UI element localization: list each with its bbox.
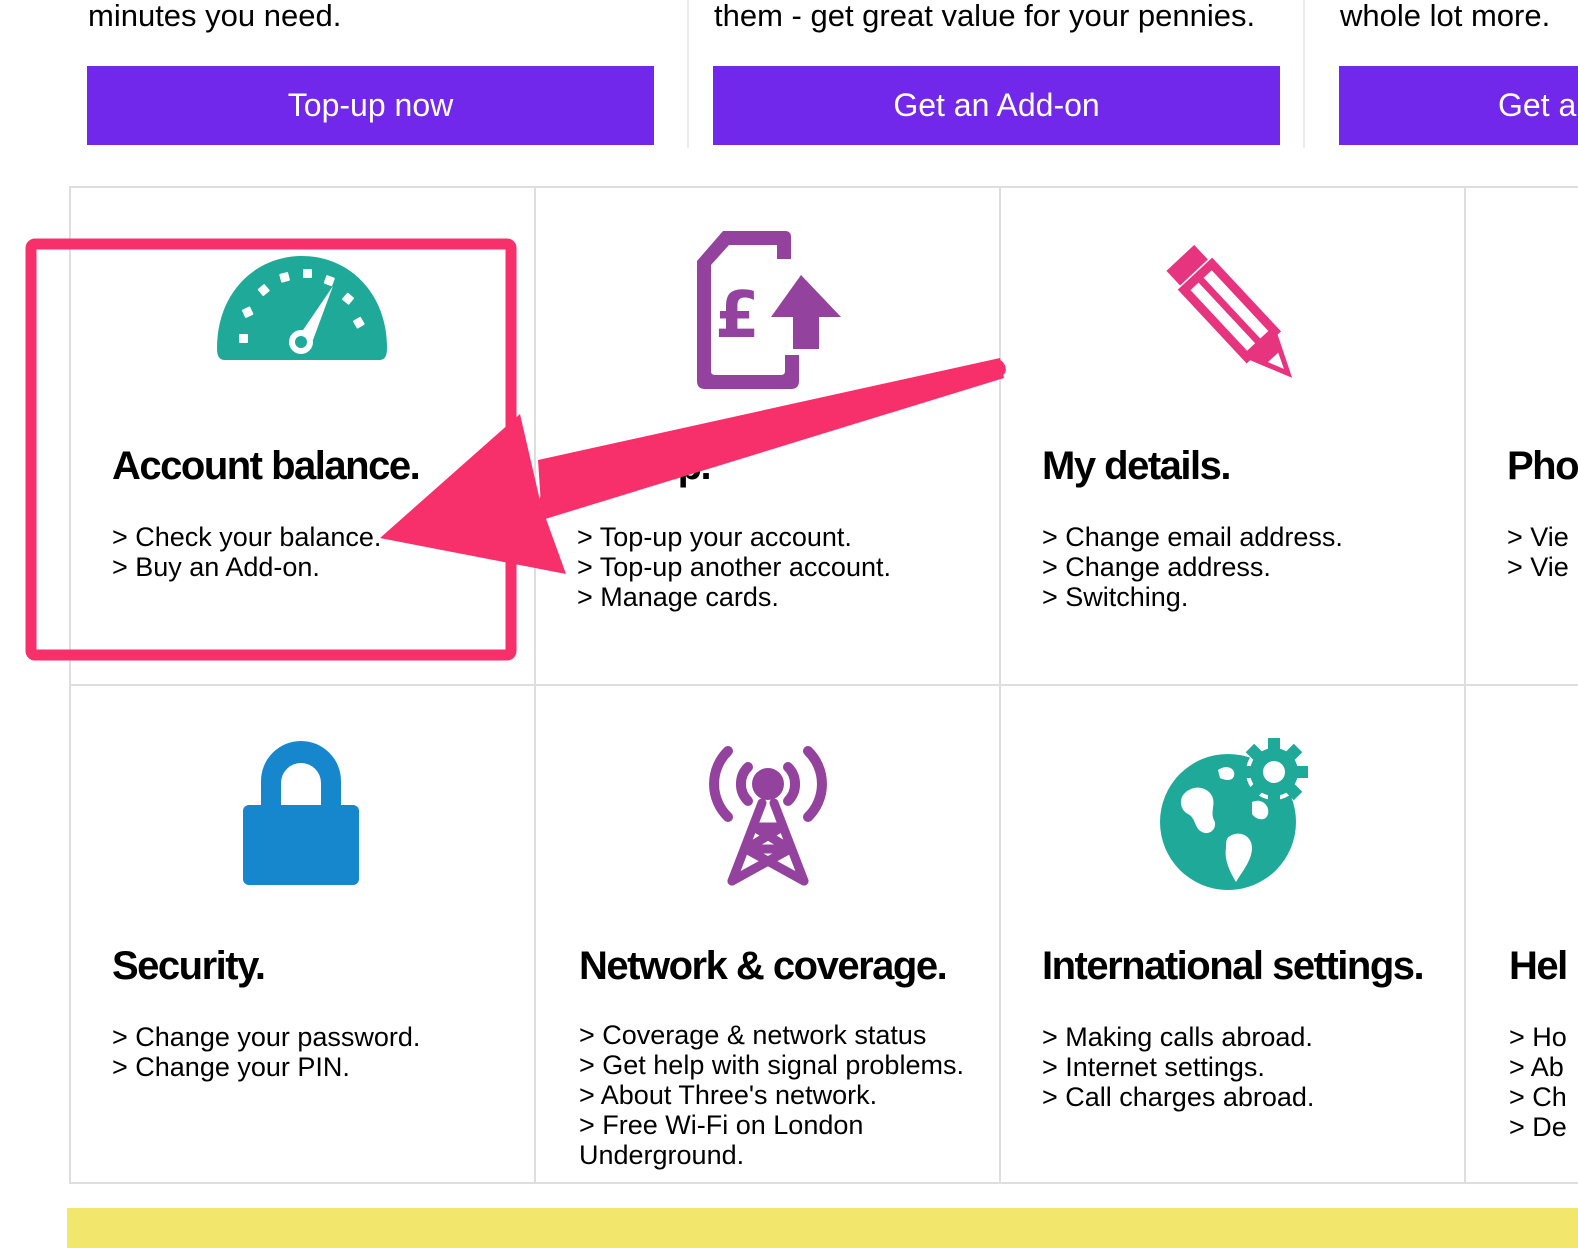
tile-links: > Coverage & network status > Get help w… [579,1020,964,1170]
promo-topup: minutes you need. Top-up now [0,0,680,150]
link-change-password[interactable]: > Change your password. [112,1022,420,1052]
tile-links: > Change email address. > Change address… [1042,522,1343,612]
tile-title: Account balance. [112,444,421,488]
tile-icon-wrap: £ [536,218,999,398]
tile-title: Top-up. [577,444,712,488]
link-help-item[interactable]: > Ho [1509,1022,1567,1052]
link-switching[interactable]: > Switching. [1042,582,1343,612]
promo-text: whole lot more. [1340,0,1551,33]
tile-title: Security. [112,944,266,988]
tile-icon-wrap [1466,716,1578,896]
tile-network-coverage[interactable]: Network & coverage. > Coverage & network… [536,686,1001,1184]
footer-bar [67,1208,1578,1248]
link-help-item[interactable]: > De [1509,1112,1567,1142]
tile-links: > Vie > Vie [1507,522,1569,582]
link-free-wifi[interactable]: > Free Wi-Fi on London Underground. [579,1110,879,1170]
promo-divider [687,0,689,148]
link-signal-problems[interactable]: > Get help with signal problems. [579,1050,964,1080]
tile-icon-wrap [1001,218,1464,398]
tile-topup[interactable]: £ Top-up. > Top-up your account. > Top-u… [536,188,1001,686]
pencil-icon [1165,244,1292,378]
link-change-address[interactable]: > Change address. [1042,552,1343,582]
tile-my-details[interactable]: My details. > Change email address. > Ch… [1001,188,1466,686]
link-help-item[interactable]: > Ch [1509,1082,1567,1112]
tile-title: Pho [1507,444,1578,488]
tile-icon-wrap [1466,218,1578,398]
tile-international-settings[interactable]: International settings. > Making calls a… [1001,686,1466,1184]
link-internet-settings[interactable]: > Internet settings. [1042,1052,1314,1082]
tile-security[interactable]: Security. > Change your password. > Chan… [71,686,536,1184]
link-about-network[interactable]: > About Three's network. [579,1080,964,1110]
link-coverage-status[interactable]: > Coverage & network status [579,1020,964,1050]
sim-topup-icon: £ [696,231,841,389]
signal-tower-icon [708,746,827,886]
link-manage-cards[interactable]: > Manage cards. [577,582,891,612]
tile-help[interactable]: Hel > Ho > Ab > Ch > De [1466,686,1578,1184]
link-call-charges-abroad[interactable]: > Call charges abroad. [1042,1082,1314,1112]
tile-icon-wrap [1001,722,1464,902]
tile-icon-wrap [71,722,534,902]
tile-title: My details. [1042,444,1232,488]
link-check-balance[interactable]: > Check your balance. [112,522,381,552]
topup-now-button[interactable]: Top-up now [87,66,654,145]
speedometer-icon [216,256,387,360]
link-buy-addon[interactable]: > Buy an Add-on. [112,552,381,582]
tile-links: > Change your password. > Change your PI… [112,1022,420,1082]
tile-phone[interactable]: Pho > Vie > Vie [1466,188,1578,686]
link-change-pin[interactable]: > Change your PIN. [112,1052,420,1082]
link-view[interactable]: > Vie [1507,522,1569,552]
globe-gear-icon [1159,738,1308,890]
link-view[interactable]: > Vie [1507,552,1569,582]
promo-text: them - get great value for your pennies. [714,0,1256,33]
padlock-icon [242,741,359,885]
link-topup-account[interactable]: > Top-up your account. [577,522,891,552]
tile-icon-wrap [536,722,999,902]
promo-text: minutes you need. [88,0,342,33]
link-topup-another[interactable]: > Top-up another account. [577,552,891,582]
svg-text:£: £ [715,279,760,353]
tile-links: > Check your balance. > Buy an Add-on. [112,522,381,582]
tile-title: Hel [1509,944,1568,988]
link-help-item[interactable]: > Ab [1509,1052,1567,1082]
tile-title: Network & coverage. [579,944,948,988]
tile-links: > Top-up your account. > Top-up another … [577,522,891,612]
tile-title: International settings. [1042,944,1425,988]
tile-links: > Making calls abroad. > Internet settin… [1042,1022,1314,1112]
promo-third: whole lot more. Get a [1320,0,1578,150]
tile-icon-wrap [71,218,534,398]
account-tiles-grid: Account balance. > Check your balance. >… [69,186,1578,1184]
tile-account-balance[interactable]: Account balance. > Check your balance. >… [71,188,536,686]
get-addon-button[interactable]: Get an Add-on [713,66,1280,145]
promo-addon: them - get great value for your pennies.… [700,0,1300,150]
link-change-email[interactable]: > Change email address. [1042,522,1343,552]
link-calls-abroad[interactable]: > Making calls abroad. [1042,1022,1314,1052]
tile-links: > Ho > Ab > Ch > De [1509,1022,1567,1142]
get-button[interactable]: Get a [1339,66,1578,145]
page: minutes you need. Top-up now them - get … [0,0,1578,1248]
promo-divider [1303,0,1305,148]
